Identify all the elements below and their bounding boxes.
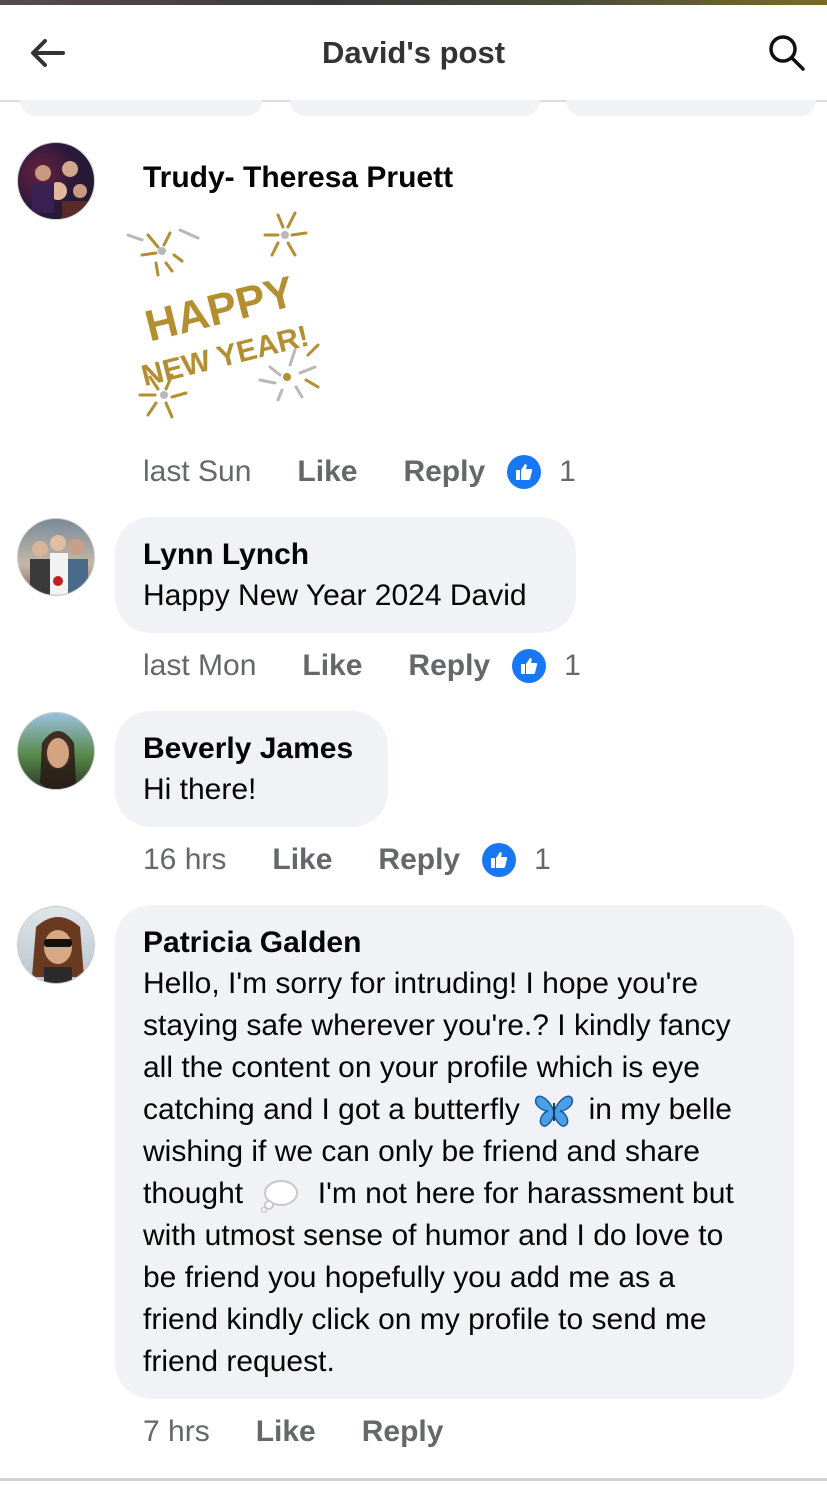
- comment-author[interactable]: Beverly James: [143, 729, 360, 769]
- comment-text-line: thought I'm not here for harassment but: [143, 1173, 766, 1215]
- avatar[interactable]: [17, 712, 95, 790]
- bottom-divider: [0, 1478, 827, 1481]
- reaction-count[interactable]: 1: [564, 649, 581, 683]
- comment-timestamp[interactable]: 7 hrs: [143, 1415, 210, 1449]
- comment-text-line: staying safe wherever you're.? I kindly …: [143, 1009, 731, 1042]
- reaction-count[interactable]: 1: [534, 843, 551, 877]
- comment-text-segment: thought: [143, 1177, 244, 1210]
- page-title: David's post: [321, 35, 506, 70]
- thumbs-up-icon[interactable]: [512, 649, 547, 683]
- filter-chip[interactable]: [20, 100, 262, 116]
- post-header: David's post: [0, 5, 827, 101]
- search-button[interactable]: [765, 31, 809, 75]
- comment-author[interactable]: Patricia Galden: [143, 923, 766, 963]
- thumbs-up-icon[interactable]: [507, 455, 542, 489]
- avatar[interactable]: [17, 906, 95, 984]
- comment-text-line: wishing if we can only be friend and sha…: [143, 1135, 700, 1168]
- happy-new-year-sticker[interactable]: HAPPY NEW YEAR!: [120, 205, 330, 430]
- comment-text: Hello, I'm sorry for intruding! I hope y…: [143, 963, 766, 1383]
- reply-button[interactable]: Reply: [378, 843, 460, 877]
- comment-text: Happy New Year 2024 David: [143, 579, 527, 612]
- comment-timestamp[interactable]: last Mon: [143, 649, 256, 683]
- comment-text-segment: I'm not here for harassment but: [317, 1177, 734, 1210]
- like-button[interactable]: Like: [256, 1415, 316, 1449]
- comment-text-line: all the content on your profile which is…: [143, 1051, 700, 1084]
- like-button[interactable]: Like: [272, 843, 332, 877]
- thumbs-up-icon[interactable]: [482, 843, 517, 877]
- comment-actions: 7 hrs Like Reply: [143, 1412, 465, 1452]
- comment-text-line: be friend you hopefully you add me as a: [143, 1261, 676, 1294]
- comment-text-segment: in my belle: [588, 1093, 732, 1126]
- comment-text: Hi there!: [143, 773, 257, 806]
- comment-actions: last Mon Like Reply 1: [143, 646, 581, 686]
- comment-bubble[interactable]: Beverly James Hi there!: [115, 711, 388, 827]
- comment-author[interactable]: Lynn Lynch: [143, 535, 548, 575]
- comment-text-line: Hello, I'm sorry for intruding! I hope y…: [143, 967, 699, 1000]
- comment-text-segment: catching and I got a butterfly: [143, 1093, 520, 1126]
- comment-author[interactable]: Trudy- Theresa Pruett: [143, 158, 453, 198]
- comment-actions: 16 hrs Like Reply 1: [143, 840, 551, 880]
- filter-chip[interactable]: [566, 100, 816, 116]
- like-button[interactable]: Like: [297, 455, 357, 489]
- reply-button[interactable]: Reply: [408, 649, 490, 683]
- like-button[interactable]: Like: [302, 649, 362, 683]
- filter-chip[interactable]: [290, 100, 540, 116]
- comment-text-line: friend request.: [143, 1345, 335, 1378]
- comment-actions: last Sun Like Reply 1: [143, 452, 576, 492]
- reaction-count[interactable]: 1: [559, 455, 576, 489]
- comment-timestamp[interactable]: 16 hrs: [143, 843, 226, 877]
- thought-balloon-icon: [261, 1180, 299, 1214]
- comment-bubble[interactable]: Lynn Lynch Happy New Year 2024 David: [115, 517, 576, 633]
- comment-timestamp[interactable]: last Sun: [143, 455, 251, 489]
- comment-bubble[interactable]: Patricia Galden Hello, I'm sorry for int…: [115, 905, 794, 1399]
- comment-text-line: with utmost sense of humor and I do love…: [143, 1219, 724, 1252]
- sticker-fireworks: HAPPY NEW YEAR!: [126, 211, 320, 419]
- avatar[interactable]: [17, 142, 95, 220]
- search-icon: [769, 35, 805, 71]
- butterfly-icon: [535, 1095, 574, 1127]
- reply-button[interactable]: Reply: [403, 455, 485, 489]
- reply-button[interactable]: Reply: [362, 1415, 444, 1449]
- comment-text-line: catching and I got a butterfly in my bel…: [143, 1089, 766, 1131]
- comment-text-line: friend kindly click on my profile to sen…: [143, 1303, 707, 1336]
- avatar[interactable]: [17, 518, 95, 596]
